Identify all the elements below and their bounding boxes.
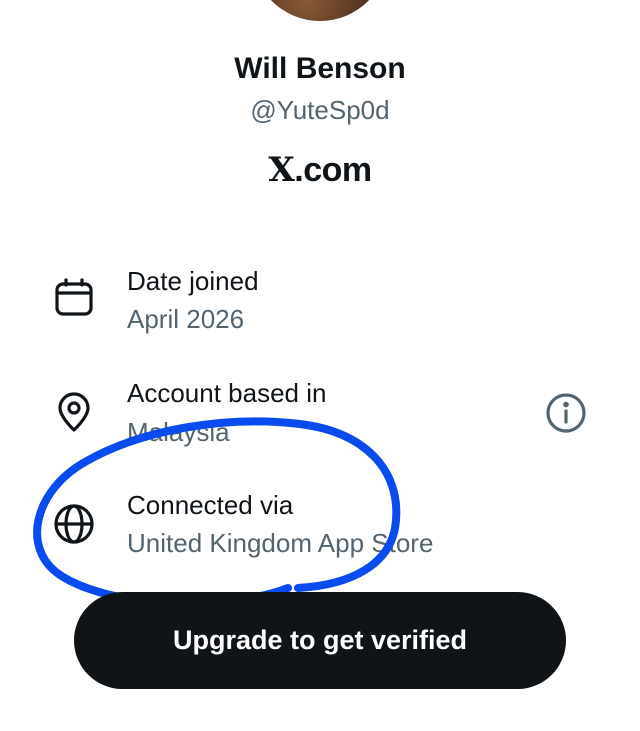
profile-name: Will Benson <box>234 52 406 85</box>
brand-logo: X.com <box>0 150 640 190</box>
account-based-label: Account based in <box>127 378 327 408</box>
location-pin-icon <box>52 390 96 434</box>
connected-via-value: United Kingdom App Store <box>127 528 434 558</box>
globe-icon <box>52 502 96 546</box>
upgrade-button[interactable]: Upgrade to get verified <box>74 592 566 689</box>
account-based-value: Malaysia <box>127 417 230 447</box>
date-joined-label: Date joined <box>127 266 259 296</box>
profile-handle: @YuteSp0d <box>250 95 390 125</box>
profile-about-screen: Will Benson @YuteSp0d X.com Date joined … <box>0 0 640 731</box>
brand-domain: .com <box>294 151 372 189</box>
calendar-icon <box>52 276 96 320</box>
x-logo: X <box>268 150 295 190</box>
date-joined-value: April 2026 <box>127 304 245 334</box>
avatar[interactable] <box>252 0 388 21</box>
info-icon[interactable] <box>544 391 588 435</box>
connected-via-label: Connected via <box>127 490 294 520</box>
